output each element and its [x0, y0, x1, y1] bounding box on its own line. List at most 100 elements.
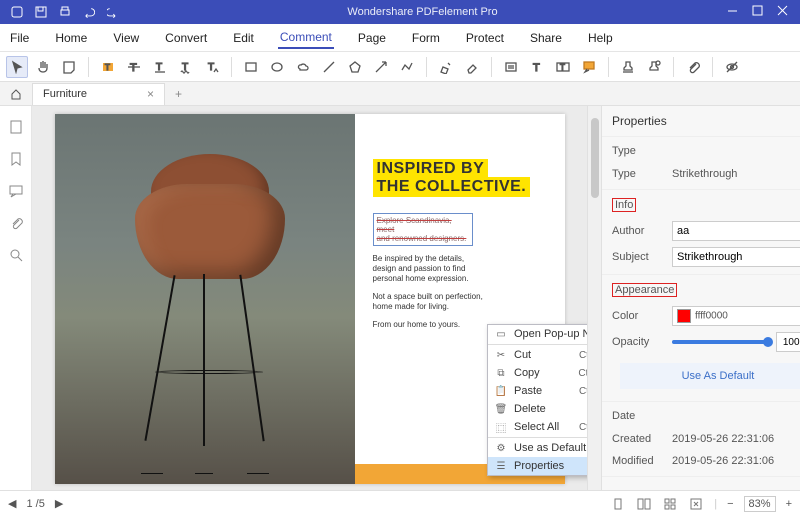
menu-protect[interactable]: Protect: [464, 27, 506, 48]
note-icon: ▭: [494, 329, 508, 340]
document-tab-bar: Furniture × +: [0, 82, 800, 106]
separator: [488, 344, 587, 345]
section-header-info[interactable]: Info⌄: [612, 196, 800, 218]
next-page-icon[interactable]: ▶: [55, 497, 63, 510]
section-type: Type⌄ TypeStrikethrough: [602, 137, 800, 190]
zoom-out-icon[interactable]: −: [727, 498, 733, 510]
line-shape-icon[interactable]: [318, 56, 340, 78]
separator: [231, 57, 232, 77]
app-logo-icon: [10, 5, 24, 19]
eraser-tool-icon[interactable]: [461, 56, 483, 78]
single-page-view-icon[interactable]: [610, 496, 626, 512]
search-pane-icon[interactable]: [7, 246, 25, 264]
two-page-view-icon[interactable]: [636, 496, 652, 512]
canvas-scrollbar[interactable]: [587, 106, 601, 490]
section-appearance: Appearance⌄ Color ffff0000⌄ Opacity % Us…: [602, 275, 800, 402]
document-tab[interactable]: Furniture ×: [32, 83, 165, 105]
strikethrough-annotation[interactable]: Explore Scandinavia, meet and renowned d…: [373, 213, 473, 246]
menu-form[interactable]: Form: [410, 27, 442, 48]
fit-page-icon[interactable]: [688, 496, 704, 512]
highlight-tool-icon[interactable]: T: [97, 56, 119, 78]
status-bar: ◀ 1 /5 ▶ | − 83% +: [0, 490, 800, 516]
print-icon[interactable]: [58, 5, 72, 19]
continuous-view-icon[interactable]: [662, 496, 678, 512]
tab-add-icon[interactable]: +: [175, 87, 182, 101]
ctx-delete[interactable]: 🗑DeleteDel: [488, 400, 587, 418]
note-tool-icon[interactable]: [58, 56, 80, 78]
save-icon[interactable]: [34, 5, 48, 19]
attachment-icon[interactable]: [682, 56, 704, 78]
created-label: Created: [612, 433, 664, 445]
color-picker[interactable]: ffff0000⌄: [672, 306, 800, 326]
underline-tool-icon[interactable]: T: [149, 56, 171, 78]
ctx-cut[interactable]: ✂CutCtrl+X: [488, 346, 587, 364]
textbox-icon[interactable]: T: [552, 56, 574, 78]
ctx-copy[interactable]: ⧉CopyCtrl+C: [488, 364, 587, 382]
hand-tool-icon[interactable]: [32, 56, 54, 78]
menu-file[interactable]: File: [8, 27, 31, 48]
menu-home[interactable]: Home: [53, 27, 89, 48]
menu-edit[interactable]: Edit: [231, 27, 256, 48]
text-comment-icon[interactable]: [500, 56, 522, 78]
section-header-type[interactable]: Type⌄: [612, 143, 800, 163]
connected-line-icon[interactable]: [396, 56, 418, 78]
menu-comment[interactable]: Comment: [278, 26, 334, 49]
hide-annotations-icon[interactable]: [721, 56, 743, 78]
redo-icon[interactable]: [106, 5, 120, 19]
menu-help[interactable]: Help: [586, 27, 615, 48]
strikethrough-tool-icon[interactable]: T: [123, 56, 145, 78]
menu-convert[interactable]: Convert: [163, 27, 209, 48]
title-bar: Wondershare PDFelement Pro: [0, 0, 800, 24]
opacity-slider[interactable]: [672, 340, 768, 344]
ctx-paste[interactable]: 📋PasteCtrl+V: [488, 382, 587, 400]
ctx-properties[interactable]: ☰Properties: [488, 457, 587, 475]
zoom-in-icon[interactable]: +: [786, 498, 792, 510]
attachments-icon[interactable]: [7, 214, 25, 232]
thumbnails-icon[interactable]: [7, 118, 25, 136]
use-as-default-button[interactable]: Use As Default: [620, 363, 800, 389]
select-tool-icon[interactable]: [6, 56, 28, 78]
copy-icon: ⧉: [494, 368, 508, 379]
separator: [712, 57, 713, 77]
callout-icon[interactable]: [578, 56, 600, 78]
prev-page-icon[interactable]: ◀: [8, 497, 16, 510]
caret-tool-icon[interactable]: T: [201, 56, 223, 78]
tab-close-icon[interactable]: ×: [147, 87, 154, 101]
rectangle-shape-icon[interactable]: [240, 56, 262, 78]
paste-icon: 📋: [494, 386, 508, 397]
stamp-icon[interactable]: [617, 56, 639, 78]
menu-share[interactable]: Share: [528, 27, 564, 48]
pencil-tool-icon[interactable]: [435, 56, 457, 78]
modified-label: Modified: [612, 455, 664, 467]
ctx-open-popup[interactable]: ▭Open Pop-up Note: [488, 325, 587, 343]
bookmarks-icon[interactable]: [7, 150, 25, 168]
maximize-icon[interactable]: [752, 5, 763, 19]
polygon-shape-icon[interactable]: [344, 56, 366, 78]
ctx-select-all[interactable]: ⿴Select AllCtrl+A: [488, 418, 587, 436]
close-icon[interactable]: [777, 5, 788, 19]
menu-view[interactable]: View: [111, 27, 141, 48]
section-header-appearance[interactable]: Appearance⌄: [612, 281, 800, 303]
squiggly-tool-icon[interactable]: T: [175, 56, 197, 78]
scrollbar-thumb[interactable]: [591, 118, 599, 198]
typewriter-icon[interactable]: T: [526, 56, 548, 78]
custom-stamp-icon[interactable]: [643, 56, 665, 78]
subject-input[interactable]: [672, 247, 800, 267]
arrow-shape-icon[interactable]: [370, 56, 392, 78]
author-input[interactable]: [672, 221, 800, 241]
comments-icon[interactable]: [7, 182, 25, 200]
oval-shape-icon[interactable]: [266, 56, 288, 78]
menu-page[interactable]: Page: [356, 27, 388, 48]
ctx-use-default[interactable]: ⚙Use as Default: [488, 439, 587, 457]
page-canvas[interactable]: INSPIRED BY THE COLLECTIVE. Explore Scan…: [32, 106, 587, 490]
undo-icon[interactable]: [82, 5, 96, 19]
app-title: Wondershare PDFelement Pro: [130, 6, 715, 18]
opacity-input[interactable]: [776, 332, 800, 352]
zoom-level[interactable]: 83%: [744, 496, 776, 512]
section-header-date[interactable]: Date⌄: [612, 408, 800, 428]
properties-panel: Properties × Type⌄ TypeStrikethrough Inf…: [601, 106, 800, 490]
home-tab-icon[interactable]: [6, 88, 26, 100]
subject-label: Subject: [612, 251, 664, 263]
cloud-shape-icon[interactable]: [292, 56, 314, 78]
minimize-icon[interactable]: [727, 5, 738, 19]
